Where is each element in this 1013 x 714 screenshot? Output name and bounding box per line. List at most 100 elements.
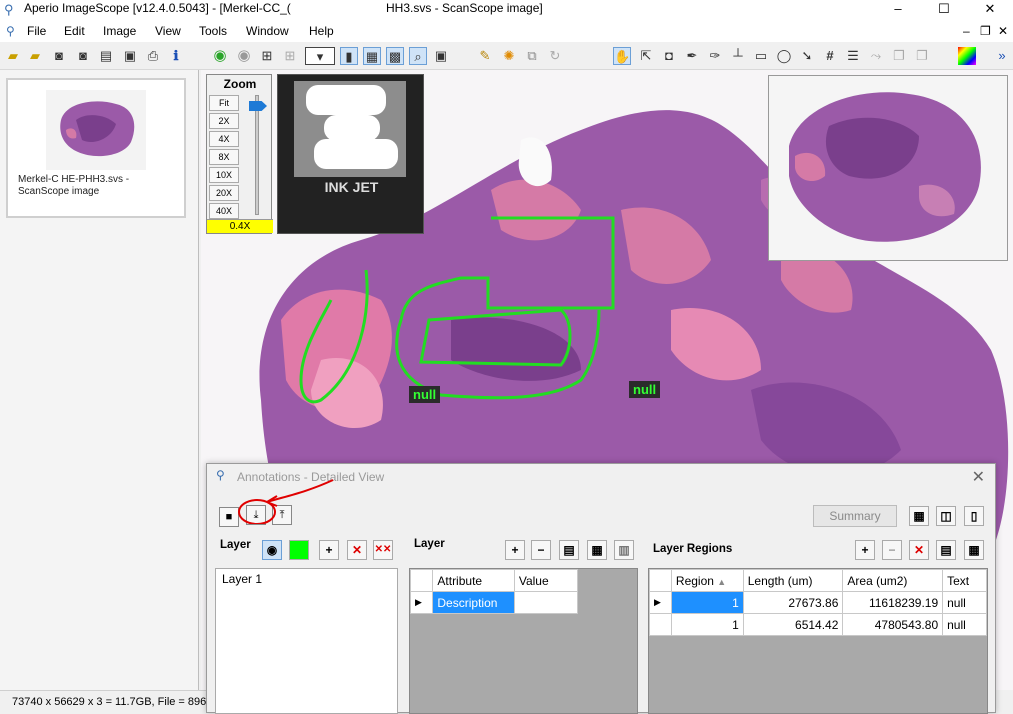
length-column-header[interactable]: Length (um) bbox=[742, 569, 844, 592]
attribute-column-header[interactable]: Attribute bbox=[432, 569, 515, 592]
zoom-slider-track[interactable] bbox=[255, 95, 259, 215]
remove-region-icon[interactable]: − bbox=[882, 540, 902, 560]
ruler-icon[interactable]: ┴ bbox=[729, 47, 747, 65]
menu-window[interactable]: Window bbox=[246, 24, 289, 38]
delete-layer-icon[interactable]: ✕ bbox=[347, 540, 367, 560]
rectangle-icon[interactable]: ▭ bbox=[752, 47, 770, 65]
zoom-40x-button[interactable]: 40X bbox=[209, 203, 239, 219]
area-column-header[interactable]: Area (um2) bbox=[842, 569, 944, 592]
back-icon[interactable]: ◉ bbox=[211, 47, 229, 65]
pen-icon[interactable]: ✒ bbox=[683, 47, 701, 65]
grid-view-icon[interactable]: ▦ bbox=[909, 506, 929, 526]
length-cell[interactable]: 6514.42 bbox=[742, 613, 844, 636]
region-table-icon[interactable]: ▦ bbox=[964, 540, 984, 560]
overview-navigator[interactable] bbox=[768, 75, 1008, 261]
rotate-icon[interactable]: ↻ bbox=[546, 47, 564, 65]
folder-icon[interactable]: ▰ bbox=[26, 47, 44, 65]
forward-icon[interactable]: ◉ bbox=[235, 47, 253, 65]
text-cell[interactable]: null bbox=[942, 591, 987, 614]
grid-icon[interactable]: ▩ bbox=[386, 47, 404, 65]
text-cell[interactable]: null bbox=[942, 613, 987, 636]
capture-icon[interactable]: ◘ bbox=[660, 47, 678, 65]
summary-button[interactable]: Summary bbox=[813, 505, 897, 527]
print-icon[interactable]: ▤ bbox=[97, 47, 115, 65]
remove-attribute-icon[interactable]: − bbox=[531, 540, 551, 560]
region-row[interactable]: ▶ 1 27673.86 11618239.19 null bbox=[649, 591, 987, 614]
hand-pan-icon[interactable]: ✋ bbox=[613, 47, 631, 65]
zoom-2x-button[interactable]: 2X bbox=[209, 113, 239, 129]
add-layer-icon[interactable]: + bbox=[319, 540, 339, 560]
menu-help[interactable]: Help bbox=[309, 24, 334, 38]
menu-image[interactable]: Image bbox=[103, 24, 136, 38]
split-horizontal-icon[interactable]: ◫ bbox=[936, 506, 956, 526]
paste-icon[interactable]: ❐ bbox=[913, 47, 931, 65]
layer-visibility-icon[interactable]: ◉ bbox=[262, 540, 282, 560]
length-cell[interactable]: 27673.86 bbox=[742, 591, 844, 614]
value-cell[interactable] bbox=[513, 591, 579, 614]
region-row[interactable]: 1 6514.42 4780543.80 null bbox=[649, 613, 987, 636]
open-folder-icon[interactable]: ▰ bbox=[4, 47, 22, 65]
info-icon[interactable]: ℹ bbox=[167, 47, 185, 65]
edit-annotation-icon[interactable]: ✎ bbox=[476, 47, 494, 65]
save-icon[interactable]: ■ bbox=[219, 507, 239, 527]
snapshot-icon[interactable]: ◙ bbox=[74, 47, 92, 65]
menu-tools[interactable]: Tools bbox=[199, 24, 227, 38]
overview-image[interactable] bbox=[769, 76, 1007, 260]
layer-list-item[interactable]: Layer 1 bbox=[222, 572, 262, 586]
transform-icon[interactable]: ⤳ bbox=[867, 47, 885, 65]
layout-icon[interactable]: ▦ bbox=[363, 47, 381, 65]
zoom-fit-button[interactable]: Fit bbox=[209, 95, 239, 111]
attribute-notes-icon[interactable]: ▤ bbox=[559, 540, 579, 560]
layer-color-swatch[interactable] bbox=[289, 540, 309, 560]
zoom-8x-button[interactable]: 8X bbox=[209, 149, 239, 165]
region-cell[interactable]: 1 bbox=[670, 591, 744, 614]
close-button[interactable]: ✕ bbox=[967, 0, 1013, 20]
layers-icon[interactable]: ⧉ bbox=[523, 47, 541, 65]
region-cell[interactable]: 1 bbox=[670, 613, 744, 636]
zoom-10x-button[interactable]: 10X bbox=[209, 167, 239, 183]
attribute-table-icon[interactable]: ▦ bbox=[587, 540, 607, 560]
zoom-4x-button[interactable]: 4X bbox=[209, 131, 239, 147]
negative-pen-icon[interactable]: ✑ bbox=[706, 47, 724, 65]
attribute-chart-icon[interactable]: ▥ bbox=[614, 540, 634, 560]
value-column-header[interactable]: Value bbox=[513, 569, 579, 592]
export-icon[interactable]: ⎙ bbox=[144, 47, 162, 65]
add-region-icon[interactable]: + bbox=[855, 540, 875, 560]
thumbnail-icon[interactable]: ▣ bbox=[432, 47, 450, 65]
image-thumbnail-card[interactable]: Merkel-C HE-PHH3.svs - ScanScope image bbox=[6, 78, 186, 218]
dialog-close-button[interactable]: ✕ bbox=[972, 467, 985, 487]
attribute-cell[interactable]: Description bbox=[432, 591, 515, 614]
camera-icon[interactable]: ◙ bbox=[50, 47, 68, 65]
arrow-icon[interactable]: ➘ bbox=[798, 47, 816, 65]
copy-icon[interactable]: ❐ bbox=[890, 47, 908, 65]
region-notes-icon[interactable]: ▤ bbox=[936, 540, 956, 560]
region-column-header[interactable]: Region ▲ bbox=[670, 569, 744, 592]
mdi-close-button[interactable]: ✕ bbox=[998, 24, 1008, 38]
annotation-label[interactable]: null bbox=[629, 381, 661, 398]
menu-file[interactable]: File bbox=[27, 24, 46, 38]
color-wheel-icon[interactable]: ✺ bbox=[500, 47, 518, 65]
area-cell[interactable]: 11618239.19 bbox=[842, 591, 944, 614]
split-vertical-icon[interactable]: ▯ bbox=[964, 506, 984, 526]
list-icon[interactable]: ☰ bbox=[844, 47, 862, 65]
mdi-minimize-button[interactable]: – bbox=[963, 24, 970, 38]
mdi-restore-button[interactable]: ❐ bbox=[980, 24, 991, 38]
delete-all-layers-icon[interactable]: ✕✕ bbox=[373, 540, 393, 560]
zoom-slider-handle[interactable] bbox=[249, 101, 267, 111]
tree-icon[interactable]: ⊞ bbox=[258, 47, 276, 65]
window-icon[interactable]: ▮ bbox=[340, 47, 358, 65]
add-attribute-icon[interactable]: + bbox=[505, 540, 525, 560]
attribute-row[interactable]: ▶ Description bbox=[409, 591, 579, 614]
select-arrow-icon[interactable]: ⇱ bbox=[637, 47, 655, 65]
color-palette-icon[interactable] bbox=[958, 47, 976, 65]
menu-view[interactable]: View bbox=[155, 24, 181, 38]
frame-dropdown-icon[interactable]: ▾ bbox=[305, 47, 335, 65]
delete-region-icon[interactable]: ✕ bbox=[909, 540, 929, 560]
zoom-search-icon[interactable]: ⌕ bbox=[409, 47, 427, 65]
hash-icon[interactable]: # bbox=[821, 47, 839, 65]
zoom-20x-button[interactable]: 20X bbox=[209, 185, 239, 201]
area-cell[interactable]: 4780543.80 bbox=[842, 613, 944, 636]
menu-edit[interactable]: Edit bbox=[64, 24, 85, 38]
ellipse-icon[interactable]: ◯ bbox=[775, 47, 793, 65]
overflow-chevron-icon[interactable]: » bbox=[993, 47, 1011, 65]
